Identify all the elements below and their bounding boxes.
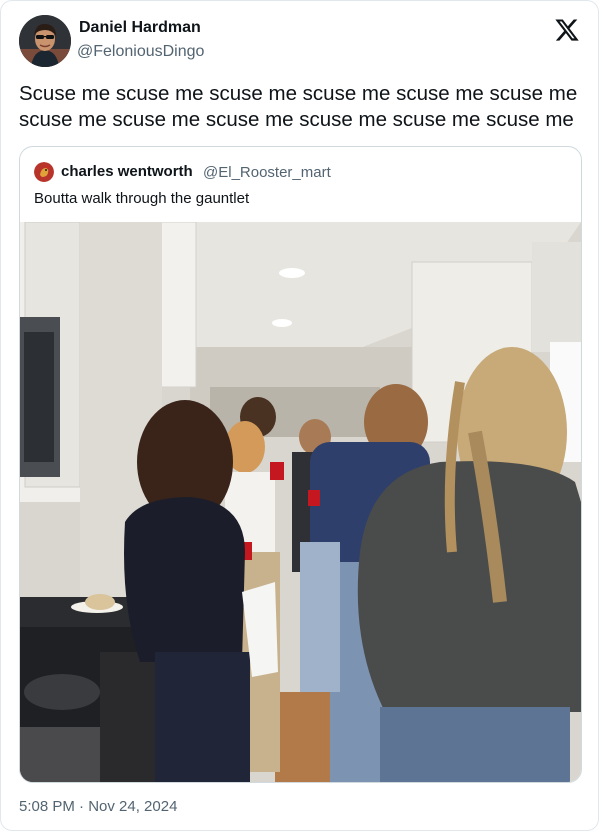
tweet-card: Daniel Hardman @FeloniousDingo Scuse me … — [0, 0, 599, 831]
author-name[interactable]: Daniel Hardman — [79, 19, 201, 37]
quoted-author-handle[interactable]: @El_Rooster_mart — [203, 164, 331, 181]
x-logo-icon[interactable] — [554, 17, 580, 43]
quoted-author-avatar[interactable] — [34, 162, 54, 182]
author-avatar[interactable] — [19, 15, 71, 67]
quoted-author-name[interactable]: charles wentworth — [61, 163, 193, 180]
quoted-tweet-text: Boutta walk through the gauntlet — [34, 190, 250, 207]
author-handle[interactable]: @FeloniousDingo — [77, 43, 204, 61]
tweet-timestamp[interactable]: 5:08 PM · Nov 24, 2024 — [19, 798, 177, 815]
quoted-tweet[interactable]: charles wentworth @El_Rooster_mart Boutt… — [19, 146, 582, 783]
party-kitchen-photo[interactable] — [20, 221, 581, 782]
tweet-text: Scuse me scuse me scuse me scuse me scus… — [19, 82, 578, 131]
